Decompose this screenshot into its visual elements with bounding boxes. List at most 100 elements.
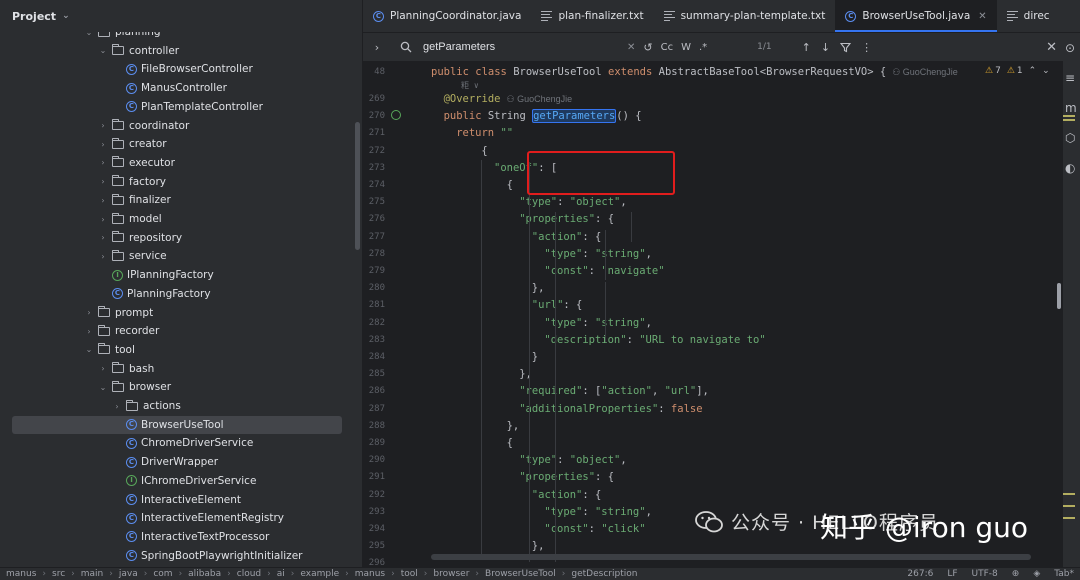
tree-item[interactable]: C ManusController — [12, 79, 342, 97]
tree-item[interactable]: › bash — [12, 360, 342, 378]
code-line[interactable]: "required": ["action", "url"], — [519, 383, 709, 400]
code-line[interactable]: "type": "object", — [519, 194, 627, 211]
code-line[interactable]: "action": { — [532, 487, 602, 504]
tree-item[interactable]: C InteractiveElementRegistry — [12, 509, 342, 527]
vertical-scrollbar[interactable] — [1057, 283, 1061, 309]
chevron-right-icon[interactable]: › — [84, 327, 94, 336]
code-line[interactable]: "const": "click" — [544, 521, 645, 538]
tree-item[interactable]: C PlanTemplateController — [12, 98, 342, 116]
tree-item[interactable]: C InteractiveTextProcessor — [12, 528, 342, 546]
code-line[interactable]: public String getParameters() { — [444, 108, 642, 125]
code-line[interactable]: "action": { — [532, 229, 602, 246]
code-line[interactable]: "properties": { — [519, 469, 614, 486]
chevron-right-icon[interactable]: › — [98, 196, 108, 205]
history-icon[interactable]: ↺ — [643, 41, 652, 54]
tree-item[interactable]: I IChromeDriverService — [12, 472, 342, 490]
chevron-right-icon[interactable]: › — [98, 121, 108, 130]
close-tab-icon[interactable]: ✕ — [978, 11, 986, 22]
breadcrumb-item[interactable]: browser — [433, 569, 469, 579]
tree-scrollbar[interactable] — [355, 122, 360, 250]
warning-stripe[interactable] — [1063, 517, 1075, 519]
gradle-icon[interactable]: ◐ — [1065, 161, 1075, 175]
chevron-right-icon[interactable]: › — [98, 364, 108, 373]
code-line[interactable]: { — [507, 177, 513, 194]
tree-item[interactable]: I IPlanningFactory — [12, 266, 342, 284]
tree-item[interactable]: C ChromeDriverService — [12, 434, 342, 452]
editor-tab[interactable]: C PlanningCoordinator.java — [363, 0, 531, 32]
code-line[interactable]: "type": "string", — [544, 246, 652, 263]
editor-tab[interactable]: summary-plan-template.txt — [654, 0, 836, 32]
code-line[interactable]: { — [481, 143, 487, 160]
chevron-right-icon[interactable]: › — [98, 233, 108, 242]
lock-icon[interactable]: ⊕ — [1012, 569, 1020, 579]
tree-item[interactable]: C SpringBootPlaywrightInitializer — [12, 547, 342, 565]
tree-item[interactable]: › recorder — [12, 322, 342, 340]
previous-occurrence-icon[interactable]: ↑ — [802, 41, 811, 54]
close-search-icon[interactable]: ✕ — [1046, 40, 1057, 55]
tree-item[interactable]: › actions — [12, 397, 342, 415]
tree-item[interactable]: C FileBrowserController — [12, 60, 342, 78]
chevron-right-icon[interactable]: › — [112, 402, 122, 411]
tree-item[interactable]: C PlanningFactory — [12, 285, 342, 303]
breadcrumb-item[interactable]: cloud — [237, 569, 261, 579]
warning-stripe[interactable] — [1063, 119, 1075, 121]
more-options-icon[interactable]: ⋮ — [861, 41, 872, 54]
database-icon[interactable]: ≡ — [1065, 71, 1075, 85]
chevron-right-icon[interactable]: › — [98, 140, 108, 149]
tree-item[interactable]: ⌄ tool — [12, 341, 342, 359]
breadcrumb-item[interactable]: main — [81, 569, 104, 579]
sticky-class-header[interactable]: public class BrowserUseTool extends Abst… — [431, 64, 958, 81]
chevron-right-icon[interactable]: › — [98, 215, 108, 224]
tree-item[interactable]: C InteractiveElement — [12, 491, 342, 509]
tree-item[interactable]: › prompt — [12, 304, 342, 322]
code-line[interactable]: } — [532, 349, 538, 366]
editor-tab[interactable]: plan-finalizer.txt — [531, 0, 653, 32]
line-separator[interactable]: LF — [947, 569, 957, 579]
tree-item[interactable]: C DriverWrapper — [12, 453, 342, 471]
tree-item[interactable]: › executor — [12, 154, 342, 172]
chevron-down-icon[interactable]: ⌄ — [98, 46, 108, 55]
chevron-down-icon[interactable]: ⌄ — [84, 345, 94, 354]
code-line[interactable]: "description": "URL to navigate to" — [544, 332, 765, 349]
code-line[interactable]: "properties": { — [519, 211, 614, 228]
file-encoding[interactable]: UTF-8 — [972, 569, 998, 579]
tree-item[interactable]: ⌄ browser — [12, 378, 342, 396]
breadcrumb-item[interactable]: manus — [355, 569, 385, 579]
warning-stripe[interactable] — [1063, 115, 1075, 117]
code-line[interactable]: return "" — [456, 125, 513, 142]
code-editor[interactable]: 48 269 270 271 272 273 274 275 276 277 278 279 280 28… — [363, 62, 1063, 567]
code-line[interactable]: }, — [532, 280, 545, 297]
breadcrumb-item[interactable]: BrowserUseTool — [485, 569, 556, 579]
chevron-right-icon[interactable]: › — [84, 308, 94, 317]
chevron-down-icon[interactable]: ⌄ — [84, 32, 94, 37]
code-line[interactable]: "type": "object", — [519, 452, 627, 469]
warning-stripe[interactable] — [1063, 493, 1075, 495]
breadcrumb-item[interactable]: com — [153, 569, 172, 579]
clear-search-icon[interactable]: ✕ — [627, 42, 635, 53]
project-view-selector[interactable]: Project ⌄ — [0, 0, 362, 32]
search-input[interactable] — [421, 40, 625, 54]
breadcrumb-item[interactable]: ai — [277, 569, 285, 579]
code-line[interactable]: }, — [507, 418, 520, 435]
caret-position[interactable]: 267:6 — [907, 569, 933, 579]
chevron-down-icon[interactable]: ⌄ — [98, 383, 108, 392]
whole-word-toggle[interactable]: W — [681, 42, 691, 53]
code-line[interactable]: "url": { — [532, 297, 583, 314]
chevron-right-icon[interactable]: › — [98, 252, 108, 261]
tree-item[interactable]: › service — [12, 247, 342, 265]
filter-icon[interactable] — [840, 42, 852, 53]
breadcrumb-item[interactable]: example — [300, 569, 339, 579]
code-line[interactable]: @Override ⚇ GuoChengJie — [444, 91, 573, 108]
ai-assistant-icon[interactable]: ⬡ — [1065, 131, 1075, 145]
breadcrumb-item[interactable]: manus — [6, 569, 36, 579]
expand-replace-icon[interactable]: › — [371, 41, 383, 54]
tree-item[interactable]: › model — [12, 210, 342, 228]
horizontal-scrollbar[interactable] — [431, 554, 1031, 560]
maven-icon[interactable]: m — [1065, 101, 1077, 115]
breadcrumb-item[interactable]: java — [119, 569, 138, 579]
chevron-right-icon[interactable]: › — [98, 177, 108, 186]
warning-stripe[interactable] — [1063, 505, 1075, 507]
breadcrumb-item[interactable]: src — [52, 569, 65, 579]
breadcrumb-item[interactable]: getDescription — [571, 569, 637, 579]
code-line[interactable]: }, — [532, 538, 545, 555]
